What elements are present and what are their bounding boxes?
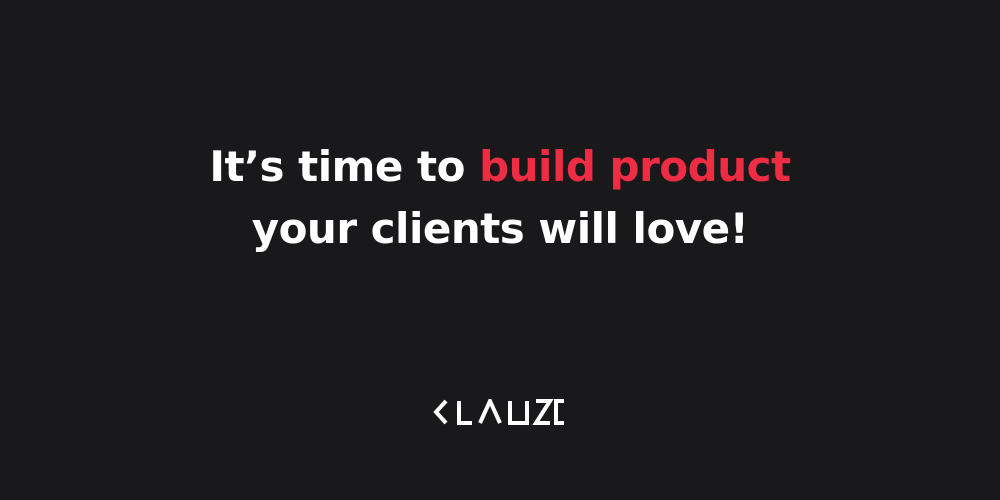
logo-letter-l xyxy=(457,401,472,425)
logo-letter-k xyxy=(433,399,448,425)
headline-prefix: It’s time to xyxy=(209,142,480,191)
logo-letter-e xyxy=(554,399,564,425)
headline: It’s time to build product your clients … xyxy=(0,136,1000,260)
logo-letter-u xyxy=(508,401,529,425)
klauze-wordmark-logo xyxy=(433,399,564,425)
promo-banner: It’s time to build product your clients … xyxy=(0,0,1000,500)
logo-letter-z xyxy=(532,399,554,425)
logo-letter-a xyxy=(478,399,502,424)
headline-line-2: your clients will love! xyxy=(251,204,749,253)
headline-highlight: build product xyxy=(479,142,791,191)
headline-line-1: It’s time to build product xyxy=(0,136,1000,198)
